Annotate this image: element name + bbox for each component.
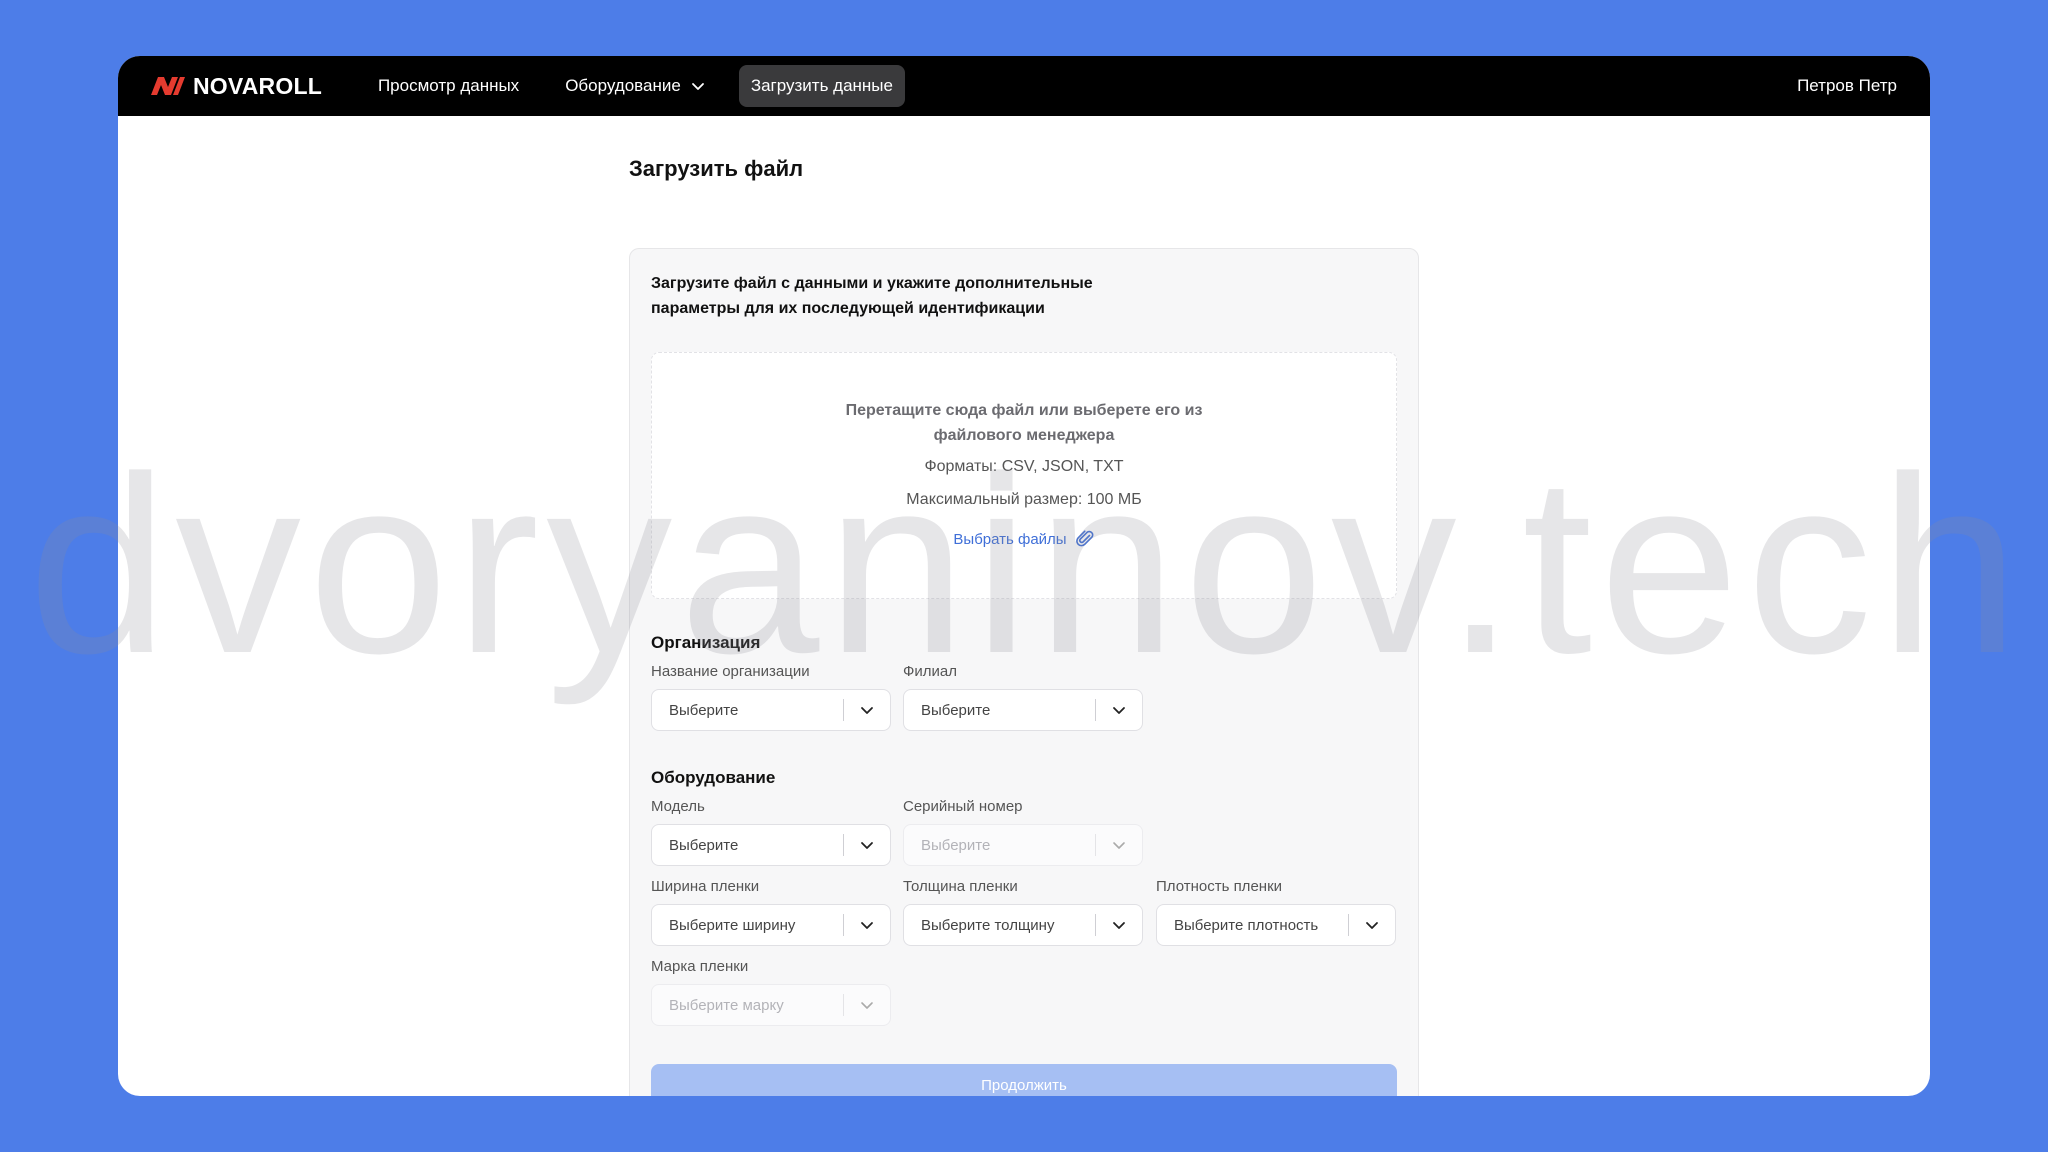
nav-item-label: Загрузить данные xyxy=(750,76,893,95)
chevron-down-icon xyxy=(1349,904,1395,946)
brand-logo[interactable]: NOVAROLL xyxy=(151,73,322,100)
dropzone-formats: Форматы: CSV, JSON, TXT xyxy=(924,458,1124,475)
branch-select[interactable]: Выберите xyxy=(903,689,1143,731)
nav-item-equipment[interactable]: Оборудование xyxy=(553,65,717,107)
nav-item-label: Просмотр данных xyxy=(377,76,520,95)
org-name-select[interactable]: Выберите xyxy=(651,689,891,731)
org-name-value: Выберите xyxy=(669,701,739,719)
serial-field: Серийный номер Выберите xyxy=(903,798,1143,866)
branch-field: Филиал Выберите xyxy=(903,663,1143,731)
user-menu[interactable]: Петров Петр xyxy=(1797,56,1897,116)
paperclip-icon xyxy=(1075,530,1094,547)
upload-form-card: Загрузите файл с данными и укажите допол… xyxy=(629,248,1419,1096)
model-label: Модель xyxy=(651,798,705,815)
file-dropzone[interactable]: Перетащите сюда файл или выберете его из… xyxy=(651,352,1397,599)
chevron-down-icon xyxy=(1096,824,1142,866)
chevron-down-icon xyxy=(691,83,704,90)
film-width-field: Ширина пленки Выберите ширину xyxy=(651,878,891,946)
chevron-down-icon xyxy=(844,689,890,731)
org-name-field: Название организации Выберите xyxy=(651,663,891,731)
film-thickness-label: Толщина пленки xyxy=(903,878,1018,895)
film-brand-field: Марка пленки Выберите марку xyxy=(651,958,891,1026)
nav-item-view-data[interactable]: Просмотр данных xyxy=(366,65,531,107)
continue-button[interactable]: Продолжить xyxy=(651,1064,1397,1096)
film-thickness-value: Выберите толщину xyxy=(921,916,1055,934)
film-width-value: Выберите ширину xyxy=(669,916,796,934)
model-select[interactable]: Выберите xyxy=(651,824,891,866)
film-density-select[interactable]: Выберите плотность xyxy=(1156,904,1396,946)
film-brand-select[interactable]: Выберите марку xyxy=(651,984,891,1026)
chevron-down-icon xyxy=(844,984,890,1026)
serial-value: Выберите xyxy=(921,836,991,854)
branch-value: Выберите xyxy=(921,701,991,719)
dropzone-instruction: Перетащите сюда файл или выберете его из… xyxy=(845,402,1203,444)
nav-item-label: Оборудование xyxy=(565,76,681,95)
brand-name: NOVAROLL xyxy=(193,72,322,99)
dropzone-max-size: Максимальный размер: 100 МБ xyxy=(906,491,1142,508)
serial-label: Серийный номер xyxy=(903,798,1023,815)
film-brand-label: Марка пленки xyxy=(651,958,749,975)
model-value: Выберите xyxy=(669,836,739,854)
film-thickness-select[interactable]: Выберите толщину xyxy=(903,904,1143,946)
nav-item-upload-data[interactable]: Загрузить данные xyxy=(738,65,905,107)
choose-files-link[interactable]: Выбрать файлы xyxy=(953,529,1094,549)
film-thickness-field: Толщина пленки Выберите толщину xyxy=(903,878,1143,946)
chevron-down-icon xyxy=(1096,689,1142,731)
form-intro: Загрузите файл с данными и укажите допол… xyxy=(651,275,1093,317)
page-title: Загрузить файл xyxy=(629,156,804,181)
chevron-down-icon xyxy=(1096,904,1142,946)
film-density-label: Плотность пленки xyxy=(1156,878,1283,895)
branch-label: Филиал xyxy=(903,663,958,680)
film-density-value: Выберите плотность xyxy=(1174,916,1319,934)
film-density-field: Плотность пленки Выберите плотность xyxy=(1156,878,1396,946)
film-width-label: Ширина пленки xyxy=(651,878,760,895)
section-organization-title: Организация xyxy=(651,633,761,652)
org-name-label: Название организации xyxy=(651,663,810,680)
film-width-select[interactable]: Выберите ширину xyxy=(651,904,891,946)
chevron-down-icon xyxy=(844,904,890,946)
choose-files-label: Выбрать файлы xyxy=(953,530,1067,548)
serial-select[interactable]: Выберите xyxy=(903,824,1143,866)
section-equipment-title: Оборудование xyxy=(651,768,776,787)
chevron-down-icon xyxy=(844,824,890,866)
model-field: Модель Выберите xyxy=(651,798,891,866)
app-window: NOVAROLL Просмотр данных Оборудование За… xyxy=(118,56,1930,1096)
novaroll-logo-icon xyxy=(151,77,185,95)
film-brand-value: Выберите марку xyxy=(669,996,784,1014)
top-navbar: NOVAROLL Просмотр данных Оборудование За… xyxy=(118,56,1930,116)
